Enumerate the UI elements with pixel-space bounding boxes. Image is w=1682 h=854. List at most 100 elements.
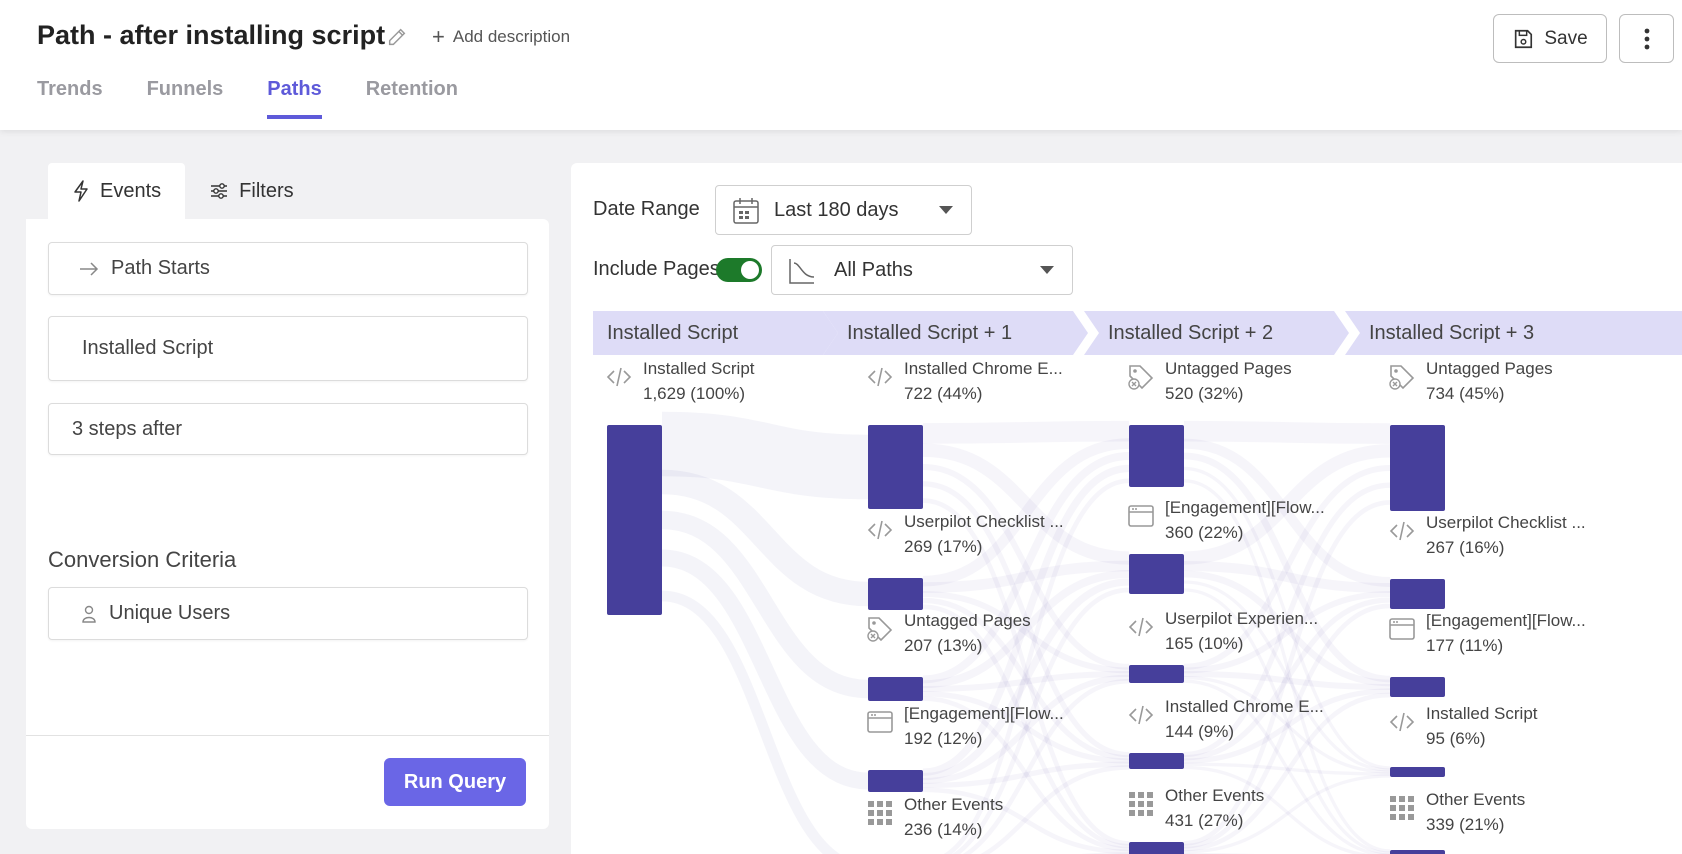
path-node-value: 192 (12%) bbox=[904, 729, 983, 748]
tab-retention[interactable]: Retention bbox=[366, 78, 458, 119]
user-icon bbox=[82, 605, 96, 623]
edit-pencil-icon[interactable] bbox=[386, 26, 408, 48]
path-node-bar[interactable] bbox=[1129, 842, 1184, 854]
add-description-button[interactable]: + Add description bbox=[432, 24, 571, 49]
path-node-label[interactable]: Installed Chrome E... 144 (9%) bbox=[1165, 694, 1324, 744]
path-node-bar[interactable] bbox=[1129, 753, 1184, 769]
path-node-label[interactable]: Userpilot Experien... 165 (10%) bbox=[1165, 606, 1318, 656]
save-button[interactable]: Save bbox=[1493, 14, 1607, 63]
path-node-bar[interactable] bbox=[1129, 665, 1184, 683]
path-node-name: Installed Chrome E... bbox=[904, 359, 1063, 378]
path-node-name: Userpilot Experien... bbox=[1165, 609, 1319, 628]
window-icon bbox=[867, 711, 893, 733]
path-node-bar[interactable] bbox=[868, 578, 923, 610]
paths-chart-panel: Date Range Last 180 days Include Pages A… bbox=[571, 163, 1682, 854]
tab-filters-label: Filters bbox=[239, 179, 294, 202]
grid-icon bbox=[868, 801, 892, 825]
path-node-label[interactable]: Installed Chrome E... 722 (44%) bbox=[904, 356, 1063, 406]
path-node-bar[interactable] bbox=[1129, 425, 1184, 487]
path-starts-field[interactable]: Path Starts bbox=[48, 242, 528, 295]
tab-paths[interactable]: Paths bbox=[267, 78, 322, 119]
conversion-criteria-select[interactable]: Unique Users bbox=[48, 587, 528, 640]
path-node-value: 267 (16%) bbox=[1426, 538, 1505, 557]
path-node-value: 165 (10%) bbox=[1165, 634, 1244, 653]
tag-icon bbox=[867, 617, 893, 642]
path-node-bar[interactable] bbox=[868, 770, 923, 792]
path-node-label[interactable]: Installed Script 1,629 (100%) bbox=[643, 356, 755, 406]
path-node-bar[interactable] bbox=[1129, 554, 1184, 594]
path-node-name: Other Events bbox=[904, 795, 1004, 814]
panel-divider bbox=[26, 735, 549, 736]
bolt-icon bbox=[74, 180, 88, 202]
path-node-name: [Engagement][Flow... bbox=[1165, 498, 1325, 517]
path-node-name: Userpilot Checklist ... bbox=[904, 512, 1064, 531]
path-node-bar[interactable] bbox=[1390, 677, 1445, 697]
path-node-label[interactable]: Untagged Pages 207 (13%) bbox=[904, 608, 1031, 658]
steps-after-select[interactable]: 3 steps after bbox=[48, 403, 528, 455]
code-icon bbox=[1389, 712, 1415, 732]
path-node-label[interactable]: [Engagement][Flow... 177 (11%) bbox=[1426, 608, 1586, 658]
path-node-bar[interactable] bbox=[1390, 767, 1445, 777]
event-select-value: Installed Script bbox=[82, 337, 214, 359]
path-node-label[interactable]: Other Events 339 (21%) bbox=[1426, 787, 1525, 837]
path-node-value: 144 (9%) bbox=[1165, 722, 1234, 741]
window-icon bbox=[1389, 618, 1415, 640]
floppy-disk-icon bbox=[1515, 29, 1533, 48]
path-node-value: 520 (32%) bbox=[1165, 384, 1244, 403]
tab-filters[interactable]: Filters bbox=[185, 163, 317, 219]
path-node-name: Userpilot Checklist ... bbox=[1426, 513, 1586, 532]
code-icon bbox=[1128, 617, 1154, 637]
path-node-label[interactable]: [Engagement][Flow... 360 (22%) bbox=[1165, 495, 1325, 545]
path-node-name: Untagged Pages bbox=[904, 611, 1031, 630]
path-node-name: Installed Chrome E... bbox=[1165, 697, 1324, 716]
tab-events-label: Events bbox=[100, 179, 162, 202]
plus-icon: + bbox=[432, 24, 445, 49]
event-select[interactable]: Installed Script bbox=[48, 316, 528, 381]
add-description-label: Add description bbox=[452, 27, 571, 46]
path-node-name: Other Events bbox=[1426, 790, 1526, 809]
tag-icon bbox=[1128, 365, 1154, 390]
path-node-bar[interactable] bbox=[1390, 425, 1445, 511]
path-node-value: 207 (13%) bbox=[904, 636, 983, 655]
tab-events[interactable]: Events bbox=[48, 163, 186, 219]
save-label: Save bbox=[1544, 27, 1588, 49]
path-node-bar[interactable] bbox=[868, 425, 923, 509]
analysis-tabs: Trends Funnels Paths Retention bbox=[37, 78, 458, 119]
path-node-value: 431 (27%) bbox=[1165, 811, 1244, 830]
path-node-label[interactable]: Other Events 236 (14%) bbox=[904, 792, 1003, 842]
path-node-value: 1,629 (100%) bbox=[643, 384, 746, 403]
code-icon bbox=[1389, 521, 1415, 541]
grid-icon bbox=[1390, 796, 1414, 820]
path-node-label[interactable]: Userpilot Checklist ... 267 (16%) bbox=[1426, 510, 1586, 560]
path-node-label[interactable]: Untagged Pages 520 (32%) bbox=[1165, 356, 1292, 406]
path-node-label[interactable]: Userpilot Checklist ... 269 (17%) bbox=[904, 509, 1064, 559]
tab-funnels[interactable]: Funnels bbox=[147, 78, 224, 119]
run-query-button[interactable]: Run Query bbox=[384, 758, 526, 806]
code-icon bbox=[1128, 705, 1154, 725]
path-node-label[interactable]: Untagged Pages 734 (45%) bbox=[1426, 356, 1553, 406]
code-icon bbox=[606, 367, 632, 387]
page-title: Path - after installing script bbox=[37, 20, 386, 50]
tag-icon bbox=[1389, 365, 1415, 390]
path-node-label[interactable]: [Engagement][Flow... 192 (12%) bbox=[904, 701, 1064, 751]
path-node-bar[interactable] bbox=[1390, 850, 1445, 854]
tab-trends[interactable]: Trends bbox=[37, 78, 103, 119]
sliders-icon bbox=[211, 183, 228, 199]
path-node-bar[interactable] bbox=[868, 677, 923, 701]
query-builder-tabs: Events Filters bbox=[48, 163, 318, 219]
path-node-value: 95 (6%) bbox=[1426, 729, 1486, 748]
top-header: Path - after installing script + Add des… bbox=[0, 0, 1682, 130]
path-node-label[interactable]: Installed Script 95 (6%) bbox=[1426, 701, 1538, 751]
path-node-value: 722 (44%) bbox=[904, 384, 983, 403]
path-node-bar[interactable] bbox=[607, 425, 662, 615]
conversion-criteria-title: Conversion Criteria bbox=[48, 547, 237, 572]
path-node-name: Untagged Pages bbox=[1426, 359, 1553, 378]
path-node-name: Other Events bbox=[1165, 786, 1265, 805]
path-node-label[interactable]: Other Events 431 (27%) bbox=[1165, 783, 1264, 833]
path-node-bar[interactable] bbox=[1390, 579, 1445, 609]
more-options-button[interactable] bbox=[1619, 14, 1674, 63]
conversion-criteria-value: Unique Users bbox=[109, 602, 231, 624]
flow-link bbox=[661, 411, 869, 500]
flow-link bbox=[661, 469, 869, 607]
path-node-value: 177 (11%) bbox=[1426, 636, 1504, 655]
